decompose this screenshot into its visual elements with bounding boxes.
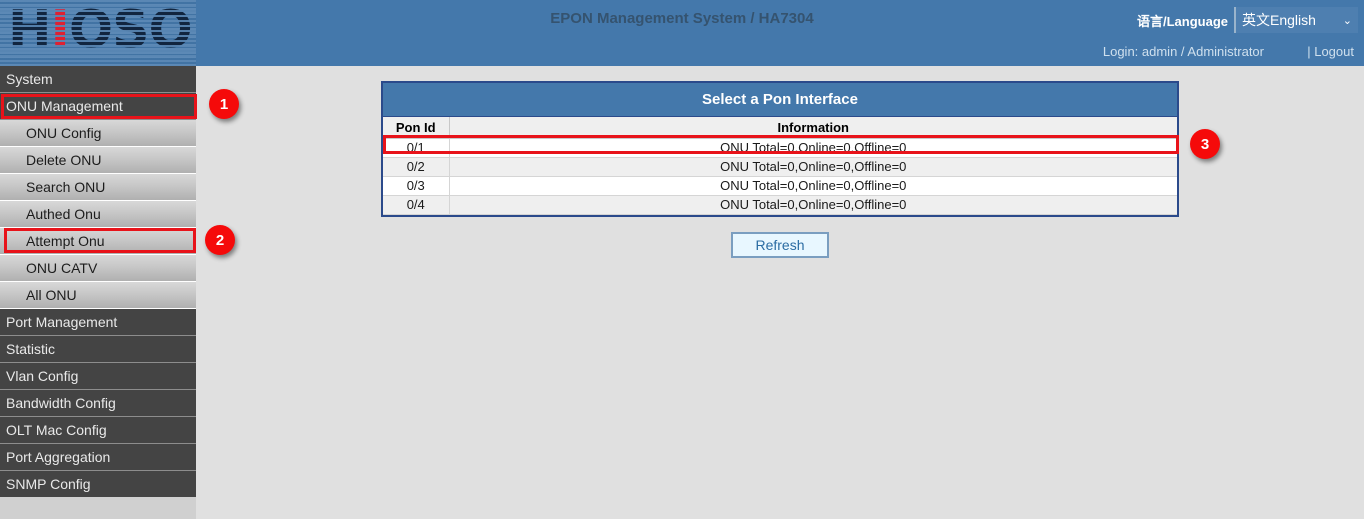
sidebar-item-statistic[interactable]: Statistic [0,336,196,363]
sidebar-item-vlan-config[interactable]: Vlan Config [0,363,196,390]
annotation-badge-1: 1 [209,89,239,119]
cell-information: ONU Total=0,Online=0,Offline=0 [449,195,1177,214]
cell-pon-id[interactable]: 0/1 [383,138,449,157]
panel-title: Select a Pon Interface [383,83,1177,117]
cell-information: ONU Total=0,Online=0,Offline=0 [449,157,1177,176]
pon-interface-panel: Select a Pon Interface Pon Id Informatio… [381,81,1179,217]
column-header-pon-id: Pon Id [383,117,449,138]
table-row[interactable]: 0/1ONU Total=0,Online=0,Offline=0 [383,138,1177,157]
cell-information: ONU Total=0,Online=0,Offline=0 [449,138,1177,157]
cell-pon-id[interactable]: 0/2 [383,157,449,176]
sidebar-item-search-onu[interactable]: Search ONU [0,174,196,201]
table-row[interactable]: 0/3ONU Total=0,Online=0,Offline=0 [383,176,1177,195]
logout-link[interactable]: | Logout [1307,44,1354,59]
sidebar-filler [0,497,196,519]
logo-text: HIOSO [8,1,192,59]
sidebar-item-port-aggregation[interactable]: Port Aggregation [0,444,196,471]
sidebar-item-system[interactable]: System [0,66,196,93]
column-header-information: Information [449,117,1177,138]
sidebar-item-port-management[interactable]: Port Management [0,309,196,336]
sidebar-item-onu-management[interactable]: ONU Management [0,93,196,120]
sidebar-item-delete-onu[interactable]: Delete ONU [0,147,196,174]
login-info: Login: admin / Administrator [1103,44,1264,59]
language-selected-value: 英文English [1242,10,1316,30]
cell-information: ONU Total=0,Online=0,Offline=0 [449,176,1177,195]
annotation-badge-2: 2 [205,225,235,255]
sidebar-item-onu-config[interactable]: ONU Config [0,120,196,147]
table-row[interactable]: 0/4ONU Total=0,Online=0,Offline=0 [383,195,1177,214]
sidebar-item-authed-onu[interactable]: Authed Onu [0,201,196,228]
cell-pon-id[interactable]: 0/3 [383,176,449,195]
sidebar-item-all-onu[interactable]: All ONU [0,282,196,309]
sidebar-nav: SystemONU ManagementONU ConfigDelete ONU… [0,66,196,497]
sidebar-item-olt-mac-config[interactable]: OLT Mac Config [0,417,196,444]
pon-interface-table: Pon Id Information 0/1ONU Total=0,Online… [383,117,1177,215]
table-header-row: Pon Id Information [383,117,1177,138]
language-label: 语言/Language [1137,11,1228,30]
page-header: HIOSO EPON Management System / HA7304 语言… [0,0,1364,66]
sidebar-item-attempt-onu[interactable]: Attempt Onu [0,228,196,255]
cell-pon-id[interactable]: 0/4 [383,195,449,214]
language-select[interactable]: 英文English ⌄ [1234,7,1358,33]
refresh-button-area: Refresh [381,232,1179,258]
brand-logo: HIOSO [0,0,196,66]
sidebar-item-onu-catv[interactable]: ONU CATV [0,255,196,282]
refresh-button[interactable]: Refresh [731,232,828,258]
chevron-down-icon: ⌄ [1343,14,1352,27]
sidebar-item-bandwidth-config[interactable]: Bandwidth Config [0,390,196,417]
main-content: Select a Pon Interface Pon Id Informatio… [196,66,1364,519]
table-row[interactable]: 0/2ONU Total=0,Online=0,Offline=0 [383,157,1177,176]
sidebar-item-snmp-config[interactable]: SNMP Config [0,471,196,498]
annotation-badge-3: 3 [1190,129,1220,159]
